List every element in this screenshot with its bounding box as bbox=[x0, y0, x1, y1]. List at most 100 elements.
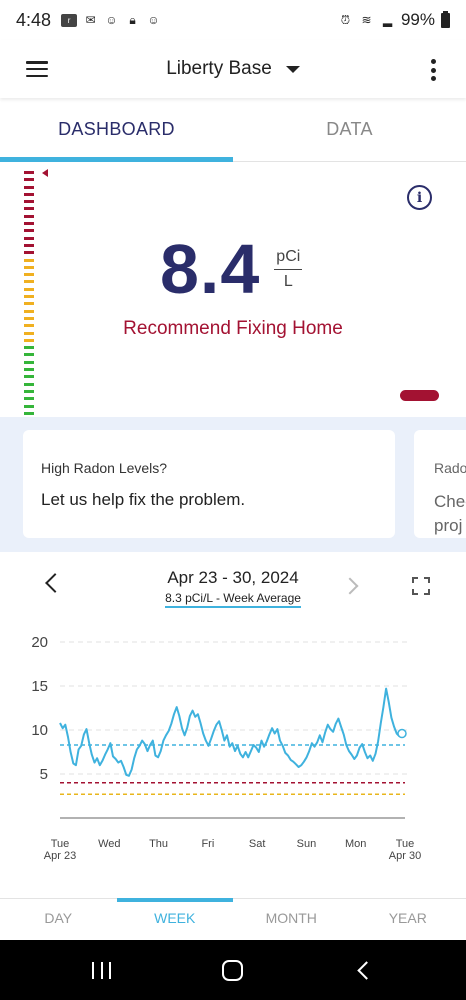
gauge-tick bbox=[24, 368, 34, 372]
x-tick-label: Sun bbox=[297, 838, 317, 850]
status-bar: 4:48 r ✉ ☺ 🔒︎ ☺ ⏰︎ ≋ ▂ 99% bbox=[0, 0, 466, 40]
tab-bar: DASHBOARD DATA bbox=[0, 98, 466, 162]
device-name: Liberty Base bbox=[166, 58, 272, 79]
promo-card-next[interactable]: Rado Chec proj bbox=[414, 430, 466, 538]
app-bar: Liberty Base bbox=[0, 40, 466, 98]
last-point-marker bbox=[397, 728, 407, 739]
card-title: Rado bbox=[434, 460, 466, 476]
gauge-tick bbox=[24, 360, 34, 364]
status-right: ⏰︎ ≋ ▂ 99% bbox=[338, 10, 450, 30]
gauge-tick bbox=[24, 353, 34, 357]
card-body-line: proj bbox=[434, 516, 463, 535]
signal-icon: ▂ bbox=[382, 13, 393, 27]
gauge-tick bbox=[24, 185, 34, 189]
gauge-tick bbox=[24, 302, 34, 306]
alarm-icon: ⏰︎ bbox=[340, 12, 351, 27]
gauge-tick bbox=[24, 236, 34, 240]
gauge-tick bbox=[24, 389, 34, 393]
more-dot bbox=[430, 59, 436, 64]
radon-week-chart: 5101520TueApr 23Wed Thu Fri Sat Sun Mon TueApr… bbox=[31, 634, 421, 862]
level-indicator-pill bbox=[400, 390, 439, 401]
lock-icon: 🔒︎ bbox=[129, 12, 136, 27]
gauge-tick bbox=[24, 295, 34, 299]
reading-value: 8.4 bbox=[160, 230, 261, 308]
period-year[interactable]: YEAR bbox=[350, 899, 466, 940]
more-options-button[interactable] bbox=[430, 59, 436, 81]
gauge-tick bbox=[24, 192, 34, 196]
fullscreen-icon[interactable] bbox=[412, 577, 430, 595]
unit-divider bbox=[274, 268, 303, 270]
week-average[interactable]: 8.3 pCi/L - Week Average bbox=[0, 591, 466, 608]
promo-cards-carousel[interactable]: High Radon Levels? Let us help fix the p… bbox=[0, 417, 466, 552]
gauge-tick bbox=[24, 397, 34, 401]
status-left: 4:48 r ✉ ☺ 🔒︎ ☺ bbox=[16, 10, 161, 31]
home-icon[interactable] bbox=[222, 960, 243, 981]
x-tick-label: Sat bbox=[249, 838, 266, 850]
x-tick-label: Tue bbox=[396, 838, 415, 850]
gmail-icon: ✉ bbox=[85, 13, 96, 27]
gauge-tick bbox=[24, 273, 34, 277]
battery-percent: 99% bbox=[400, 10, 435, 29]
ring-icon: r bbox=[61, 13, 78, 27]
y-tick-label: 20 bbox=[31, 634, 48, 651]
series-line bbox=[59, 687, 403, 777]
app-icon: ☺ bbox=[147, 13, 160, 27]
x-tick-label: Mon bbox=[345, 838, 366, 850]
gauge-tick bbox=[24, 222, 34, 226]
dropdown-caret-icon bbox=[285, 65, 300, 73]
gauge-tick bbox=[24, 214, 34, 218]
y-tick-label: 5 bbox=[40, 766, 48, 783]
app-icon: ☺ bbox=[105, 13, 118, 27]
chart-header: Apr 23 - 30, 2024 8.3 pCi/L - Week Avera… bbox=[0, 552, 466, 614]
gauge-scale bbox=[24, 171, 34, 426]
recents-icon[interactable] bbox=[92, 962, 111, 979]
card-body-line: Chec bbox=[434, 492, 466, 511]
card-body: Chec proj bbox=[434, 490, 466, 538]
back-icon[interactable] bbox=[357, 961, 376, 980]
gauge-tick bbox=[24, 346, 34, 350]
device-selector[interactable]: Liberty Base bbox=[0, 58, 466, 80]
x-tick-label: Wed bbox=[98, 838, 120, 850]
date-range: Apr 23 - 30, 2024 bbox=[167, 568, 299, 587]
system-nav-bar bbox=[0, 940, 466, 1000]
gauge-tick bbox=[24, 375, 34, 379]
tab-dashboard[interactable]: DASHBOARD bbox=[0, 98, 233, 162]
radon-reading: 8.4 pCi L bbox=[160, 229, 303, 309]
wifi-icon: ≋ bbox=[361, 13, 372, 27]
period-month[interactable]: MONTH bbox=[233, 899, 350, 940]
promo-card-fix[interactable]: High Radon Levels? Let us help fix the p… bbox=[23, 430, 395, 538]
x-tick-label: Thu bbox=[149, 838, 168, 850]
gauge-tick bbox=[24, 382, 34, 386]
unit-denominator: L bbox=[283, 272, 293, 290]
gauge-tick bbox=[24, 178, 34, 182]
gauge-tick bbox=[24, 251, 34, 255]
x-tick-label: Fri bbox=[201, 838, 214, 850]
reading-unit: pCi L bbox=[274, 247, 303, 291]
more-dot bbox=[430, 76, 436, 81]
gauge-tick bbox=[24, 171, 34, 174]
gauge-tick bbox=[24, 309, 34, 313]
gauge-tick bbox=[24, 258, 34, 262]
battery-icon bbox=[441, 10, 450, 28]
gauge-tick bbox=[24, 265, 34, 269]
status-time: 4:48 bbox=[16, 9, 52, 30]
gauge-tick bbox=[24, 411, 34, 415]
card-body: Let us help fix the problem. bbox=[41, 490, 246, 509]
week-average-label: 8.3 pCi/L - Week Average bbox=[165, 591, 301, 608]
gauge-tick bbox=[24, 280, 34, 284]
y-tick-label: 15 bbox=[31, 678, 48, 695]
x-tick-date-label: Apr 23 bbox=[44, 850, 76, 862]
period-day[interactable]: DAY bbox=[0, 899, 117, 940]
gauge-tick bbox=[24, 200, 34, 204]
gauge-tick bbox=[24, 287, 34, 291]
gauge-tick bbox=[24, 229, 34, 233]
unit-numerator: pCi bbox=[276, 247, 301, 265]
y-tick-label: 10 bbox=[31, 722, 48, 739]
gauge-marker-icon bbox=[42, 169, 48, 177]
gauge-tick bbox=[24, 207, 34, 211]
period-week[interactable]: WEEK bbox=[116, 898, 234, 940]
tab-data[interactable]: DATA bbox=[233, 98, 466, 161]
card-title: High Radon Levels? bbox=[41, 460, 168, 476]
recommendation-text: Recommend Fixing Home bbox=[123, 318, 343, 339]
info-icon[interactable]: i bbox=[407, 185, 432, 210]
